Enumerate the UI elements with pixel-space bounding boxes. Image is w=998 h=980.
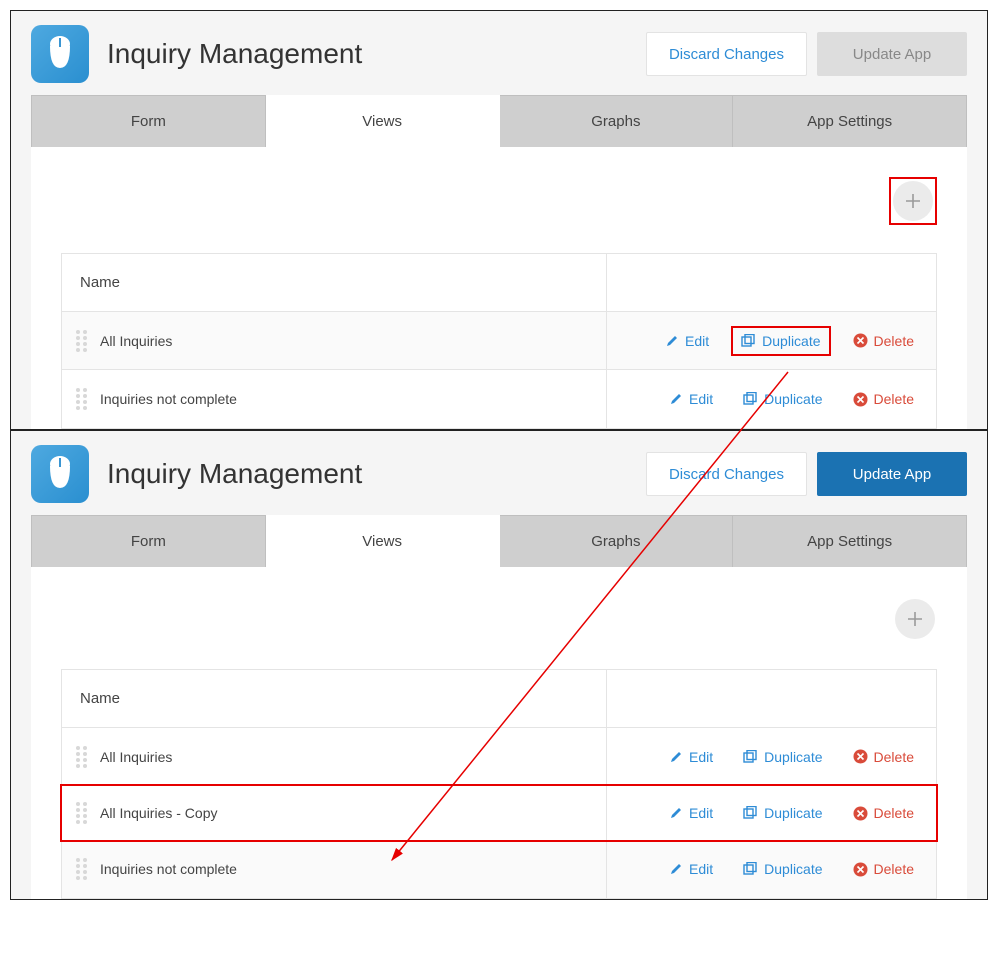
app-panel-before: Inquiry Management Discard Changes Updat… <box>10 10 988 430</box>
app-icon <box>31 445 89 503</box>
table-row: All Inquiries Edit Duplicate <box>62 728 936 786</box>
column-header-name: Name <box>62 690 606 707</box>
views-table: Name All Inquiries Edit Dupli <box>61 253 937 429</box>
edit-button[interactable]: Edit <box>669 749 713 765</box>
edit-button[interactable]: Edit <box>669 805 713 821</box>
duplicate-icon <box>743 392 758 406</box>
view-name: All Inquiries <box>100 333 172 349</box>
app-panel-after: Inquiry Management Discard Changes Updat… <box>10 430 988 900</box>
table-row: All Inquiries Edit Duplicate <box>62 312 936 370</box>
delete-button[interactable]: Delete <box>853 333 914 349</box>
add-view-highlight <box>889 177 937 225</box>
pencil-icon <box>669 392 683 406</box>
view-name: Inquiries not complete <box>100 391 237 407</box>
view-name: All Inquiries <box>100 749 172 765</box>
column-header-name: Name <box>62 274 606 291</box>
drag-handle-icon[interactable] <box>76 330 90 352</box>
view-name: Inquiries not complete <box>100 861 237 877</box>
delete-icon <box>853 806 868 821</box>
update-app-button-disabled: Update App <box>817 32 967 76</box>
tab-app-settings[interactable]: App Settings <box>733 95 967 147</box>
drag-handle-icon[interactable] <box>76 746 90 768</box>
tab-form[interactable]: Form <box>31 515 266 567</box>
add-view-button[interactable] <box>895 599 935 639</box>
table-row: Inquiries not complete Edit Duplicate <box>62 370 936 428</box>
pencil-icon <box>665 334 679 348</box>
page-title: Inquiry Management <box>107 458 628 490</box>
delete-button[interactable]: Delete <box>853 805 914 821</box>
duplicate-icon <box>743 806 758 820</box>
drag-handle-icon[interactable] <box>76 388 90 410</box>
delete-button[interactable]: Delete <box>853 749 914 765</box>
app-icon <box>31 25 89 83</box>
duplicate-button[interactable]: Duplicate <box>743 391 822 407</box>
delete-icon <box>853 862 868 877</box>
duplicate-button[interactable]: Duplicate <box>741 333 820 349</box>
delete-button[interactable]: Delete <box>853 861 914 877</box>
table-row-copied: All Inquiries - Copy Edit Duplicate <box>60 784 938 842</box>
plus-icon <box>904 192 922 210</box>
edit-button[interactable]: Edit <box>669 391 713 407</box>
plus-icon <box>906 610 924 628</box>
duplicate-icon <box>743 862 758 876</box>
page-title: Inquiry Management <box>107 38 628 70</box>
tab-views[interactable]: Views <box>266 515 500 567</box>
view-name: All Inquiries - Copy <box>100 805 218 821</box>
delete-button[interactable]: Delete <box>853 391 914 407</box>
delete-icon <box>853 392 868 407</box>
update-app-button[interactable]: Update App <box>817 452 967 496</box>
edit-button[interactable]: Edit <box>669 861 713 877</box>
tab-form[interactable]: Form <box>31 95 266 147</box>
tab-views[interactable]: Views <box>266 95 500 147</box>
pencil-icon <box>669 806 683 820</box>
discard-changes-button[interactable]: Discard Changes <box>646 32 807 76</box>
duplicate-button[interactable]: Duplicate <box>743 749 822 765</box>
drag-handle-icon[interactable] <box>76 858 90 880</box>
duplicate-icon <box>743 750 758 764</box>
pencil-icon <box>669 862 683 876</box>
tab-graphs[interactable]: Graphs <box>500 515 734 567</box>
duplicate-icon <box>741 334 756 348</box>
add-view-button[interactable] <box>893 181 933 221</box>
views-table: Name All Inquiries Edit Dupli <box>61 669 937 899</box>
discard-changes-button[interactable]: Discard Changes <box>646 452 807 496</box>
tab-graphs[interactable]: Graphs <box>500 95 734 147</box>
edit-button[interactable]: Edit <box>665 333 709 349</box>
duplicate-button[interactable]: Duplicate <box>743 805 822 821</box>
drag-handle-icon[interactable] <box>76 802 90 824</box>
duplicate-button[interactable]: Duplicate <box>743 861 822 877</box>
tab-app-settings[interactable]: App Settings <box>733 515 967 567</box>
add-view-wrap <box>893 597 937 641</box>
pencil-icon <box>669 750 683 764</box>
table-row: Inquiries not complete Edit Duplicate <box>62 840 936 898</box>
delete-icon <box>853 749 868 764</box>
delete-icon <box>853 333 868 348</box>
